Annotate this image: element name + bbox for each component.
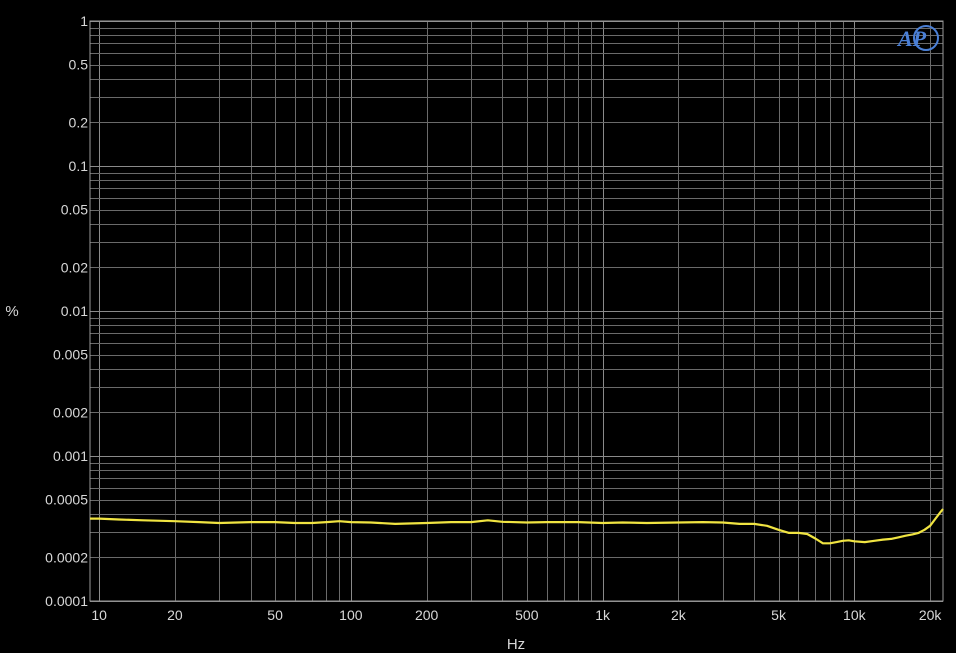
y-tick-label: 0.0005 <box>45 492 88 508</box>
x-tick-label: 10 <box>91 607 107 623</box>
y-tick-label: 0.2 <box>69 114 89 130</box>
y-tick-label: 0.5 <box>69 57 89 73</box>
ap-logo-icon: AP <box>896 22 942 54</box>
y-axis-label: % <box>5 303 18 320</box>
y-tick-labels: 1 0.5 0.2 0.1 0.05 0.02 0.01 0.005 0.002 0.001 0.0… <box>45 13 88 609</box>
x-tick-label: 10k <box>843 607 867 623</box>
x-axis-label: Hz <box>507 636 525 653</box>
x-tick-label: 50 <box>267 607 283 623</box>
y-tick-label: 0.02 <box>61 259 88 275</box>
y-tick-label: 0.005 <box>53 347 88 363</box>
x-tick-labels: 10 20 50 100 200 500 1k 2k 5k 10k 20k <box>91 607 942 623</box>
x-tick-label: 1k <box>595 607 611 623</box>
y-tick-label: 0.05 <box>61 202 88 218</box>
x-tick-label: 20 <box>167 607 183 623</box>
logo-text: AP <box>896 26 927 51</box>
x-tick-label: 5k <box>771 607 787 623</box>
y-tick-label: 1 <box>80 13 88 29</box>
x-tick-label: 2k <box>671 607 687 623</box>
y-tick-label: 0.001 <box>53 448 88 464</box>
y-tick-label: 0.0002 <box>45 549 88 565</box>
y-tick-label: 0.1 <box>69 158 89 174</box>
grid <box>90 21 943 602</box>
chart: 1 0.5 0.2 0.1 0.05 0.02 0.01 0.005 0.002 0.001 0.0… <box>5 13 944 653</box>
y-tick-label: 0.01 <box>61 303 88 319</box>
y-tick-label: 0.002 <box>53 404 88 420</box>
x-tick-label: 200 <box>415 607 439 623</box>
x-tick-label: 100 <box>339 607 363 623</box>
y-tick-label: 0.0001 <box>45 593 88 609</box>
x-tick-label: 500 <box>515 607 539 623</box>
x-tick-label: 20k <box>919 607 943 623</box>
